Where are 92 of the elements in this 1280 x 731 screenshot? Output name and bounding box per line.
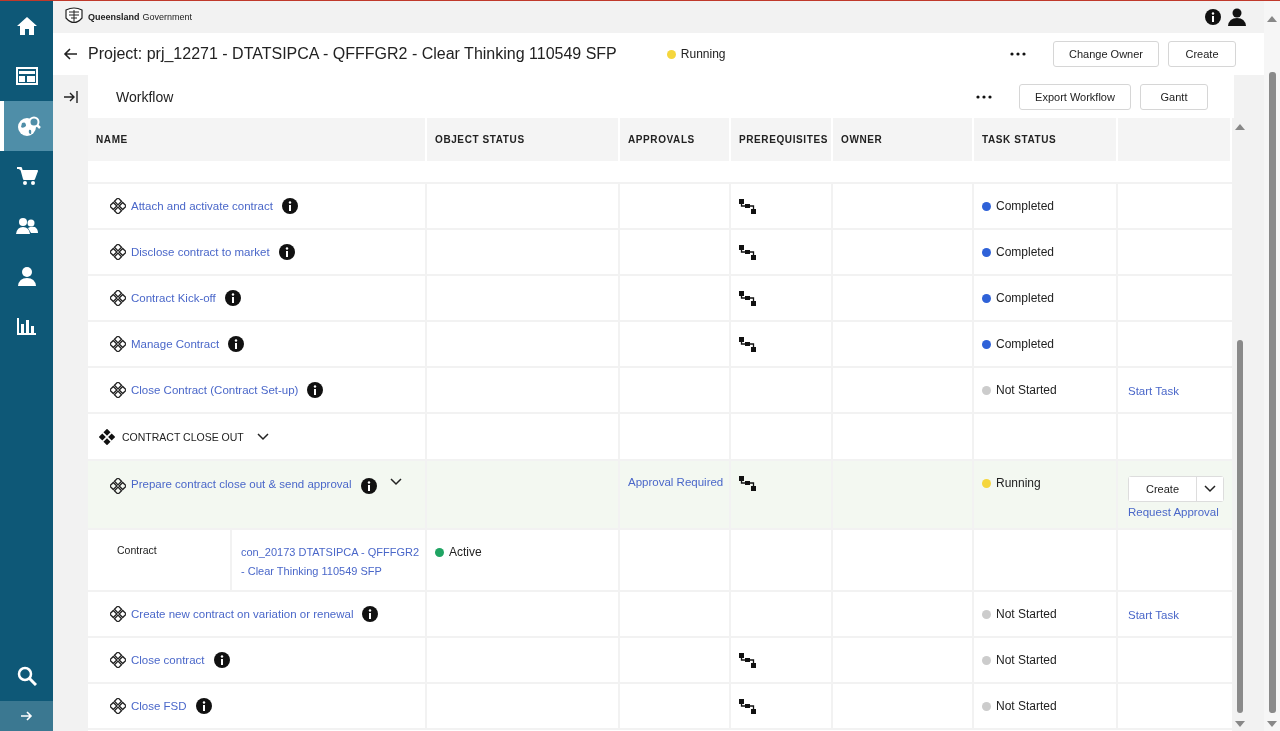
- scrollbar[interactable]: [1264, 1, 1280, 731]
- create-button[interactable]: Create: [1129, 477, 1197, 501]
- task-link[interactable]: Create new contract on variation or renewal: [131, 608, 354, 620]
- status-label: Running: [680, 47, 726, 61]
- caret-icon[interactable]: [256, 432, 269, 441]
- nav-item[interactable]: [0, 101, 53, 151]
- task-icon: [110, 198, 126, 214]
- scroll-up-icon[interactable]: [1235, 124, 1245, 130]
- status-label: Completed: [996, 245, 1055, 259]
- column-header: OBJECT STATUS: [427, 118, 620, 161]
- logo-text: Queensland: [88, 12, 140, 22]
- hierarchy-icon[interactable]: [739, 245, 756, 260]
- status-label: Running: [996, 476, 1041, 490]
- task-icon: [110, 652, 126, 668]
- scroll-up-icon[interactable]: [1267, 16, 1277, 22]
- status-label: Completed: [996, 337, 1055, 351]
- toolbar-button[interactable]: Export Workflow: [1019, 83, 1131, 110]
- cart-icon: [15, 166, 38, 186]
- task-icon: [110, 382, 126, 398]
- column-header: TASK STATUS: [974, 118, 1118, 161]
- toolbar-button[interactable]: Gantt: [1140, 83, 1208, 110]
- more-icon[interactable]: [976, 94, 992, 99]
- task-link[interactable]: Close contract: [131, 654, 205, 666]
- task-link[interactable]: Disclose contract to market: [131, 246, 270, 258]
- status-label: Not Started: [996, 383, 1057, 397]
- scroll-down-icon[interactable]: [1267, 721, 1277, 727]
- group-icon: [99, 428, 115, 445]
- task-link[interactable]: Prepare contract close out & send approval: [131, 478, 352, 490]
- header-button[interactable]: Create: [1168, 41, 1236, 67]
- person-icon: [16, 266, 37, 286]
- bar-chart-icon: [16, 317, 37, 335]
- status-label: Not Started: [996, 653, 1057, 667]
- search-icon[interactable]: [16, 666, 37, 686]
- globe-search-icon: [16, 115, 41, 137]
- info-icon[interactable]: [278, 244, 295, 260]
- status-label: Completed: [996, 291, 1055, 305]
- info-icon[interactable]: [228, 336, 245, 352]
- hierarchy-icon[interactable]: [739, 199, 756, 214]
- expand-arrow-icon[interactable]: [20, 711, 33, 721]
- object-type: Contract: [117, 544, 157, 556]
- info-icon[interactable]: [307, 382, 324, 398]
- hierarchy-icon[interactable]: [739, 291, 756, 306]
- task-icon: [110, 336, 126, 352]
- status-label: Completed: [996, 199, 1055, 213]
- column-header: PREREQUISITES: [731, 118, 833, 161]
- hierarchy-icon[interactable]: [739, 699, 756, 714]
- column-header: OWNER: [833, 118, 974, 161]
- task-icon: [110, 606, 126, 622]
- task-icon: [110, 244, 126, 260]
- caret-icon[interactable]: [389, 478, 402, 486]
- task-icon: [110, 698, 126, 714]
- more-icon[interactable]: [1010, 52, 1026, 56]
- layout-icon: [15, 67, 38, 85]
- status-label: Not Started: [996, 607, 1057, 621]
- approval-link[interactable]: Approval Required: [628, 476, 724, 488]
- info-icon[interactable]: [224, 290, 241, 306]
- contract-link[interactable]: con_20173 DTATSIPCA - QFFFGR2 - Clear Thinking 110549 SFP: [241, 543, 421, 581]
- task-link[interactable]: Contract Kick-off: [131, 292, 216, 304]
- hierarchy-icon[interactable]: [739, 337, 756, 352]
- project-title: Project: prj_12271 - DTATSIPCA - QFFFGR2 - Clear Thinking 110549 SFP: [88, 45, 617, 63]
- back-arrow-icon[interactable]: [63, 48, 77, 60]
- task-link[interactable]: Close Contract (Contract Set-up): [131, 384, 299, 396]
- section-title: Workflow: [116, 88, 174, 105]
- caret-icon: [1204, 485, 1216, 493]
- status-label: Not Started: [996, 699, 1057, 713]
- home-icon: [15, 16, 38, 36]
- logo-text: Government: [142, 12, 193, 22]
- task-link[interactable]: Manage Contract: [131, 338, 220, 350]
- header-button[interactable]: Change Owner: [1053, 41, 1159, 67]
- column-header: NAME: [88, 118, 427, 161]
- info-icon[interactable]: [213, 652, 230, 668]
- start-task-link[interactable]: Start Task: [1128, 385, 1179, 397]
- info-icon[interactable]: [362, 606, 379, 622]
- hierarchy-icon[interactable]: [739, 476, 756, 491]
- column-header: APPROVALS: [620, 118, 731, 161]
- task-icon: [110, 478, 126, 494]
- task-icon: [110, 290, 126, 306]
- info-icon[interactable]: [281, 198, 298, 214]
- start-task-link[interactable]: Start Task: [1128, 609, 1179, 621]
- hierarchy-icon[interactable]: [739, 653, 756, 668]
- group-title: CONTRACT CLOSE OUT: [122, 430, 244, 443]
- scroll-down-icon[interactable]: [1235, 721, 1245, 727]
- task-link[interactable]: Close FSD: [131, 700, 187, 712]
- info-icon[interactable]: [195, 698, 212, 714]
- request-approval-link[interactable]: Request Approval: [1128, 506, 1219, 518]
- collapse-icon[interactable]: [63, 90, 78, 103]
- task-link[interactable]: Attach and activate contract: [131, 200, 273, 212]
- people-icon: [15, 217, 38, 235]
- info-icon[interactable]: [360, 478, 377, 494]
- status-label: Active: [449, 545, 482, 559]
- user-icon[interactable]: [1228, 8, 1246, 26]
- info-icon[interactable]: [1205, 9, 1221, 25]
